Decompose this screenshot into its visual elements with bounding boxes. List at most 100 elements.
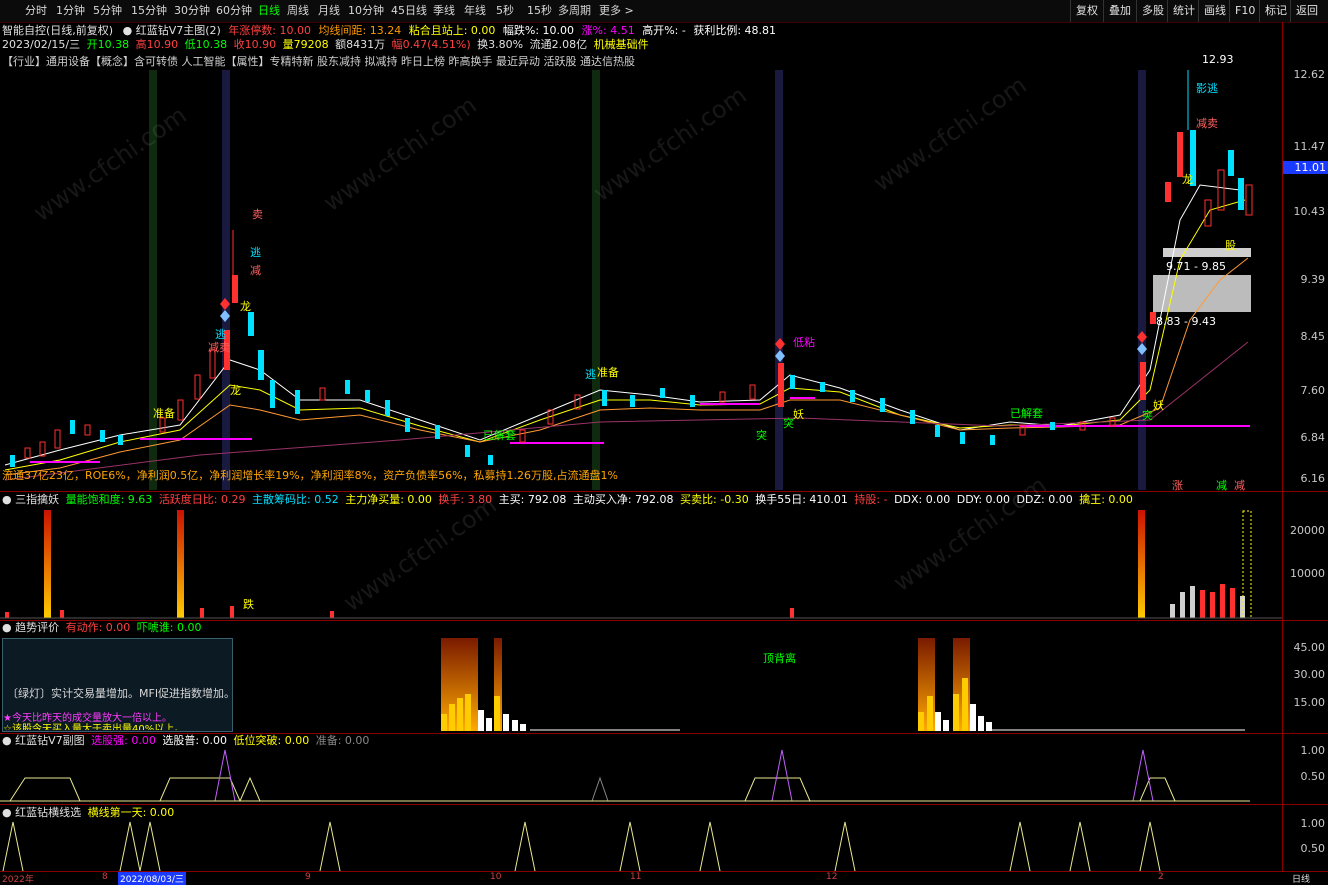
cross-indicator-name[interactable]: ● 红蓝钻横线选	[2, 806, 81, 819]
signal-info-box: 〔绿灯〕实计交易量增加。MFI促进指数增加。 ★今天比昨天的成交量放大一倍以上。…	[2, 638, 236, 732]
period-tab[interactable]: 周线	[284, 0, 312, 22]
period-tab[interactable]: 15秒	[524, 0, 555, 22]
volume-chart[interactable]	[0, 508, 1282, 620]
escape-mark: 逃	[250, 246, 261, 259]
period-tab-active[interactable]: 日线	[255, 0, 283, 22]
cross-axis: 1.00 0.50	[1282, 805, 1328, 871]
period-tab[interactable]: 分时	[22, 0, 50, 22]
sub-indicator-name[interactable]: ● 红蓝钻V7副图	[2, 734, 85, 747]
low-stick-mark: 低粘	[793, 336, 815, 349]
ddx-value: DDX: 0.00	[894, 493, 951, 506]
fall-mark: 跌	[243, 598, 254, 611]
select-normal-value: 选股普: 0.00	[162, 734, 228, 747]
overlay-button[interactable]: 叠加	[1103, 0, 1136, 22]
breakthrough-mark: 突	[756, 429, 767, 442]
king-value: 擒王: 0.00	[1079, 493, 1133, 506]
dragon-mark: 龙	[230, 384, 241, 397]
trend-pane-title: ● 趋势评价 有动作: 0.00 吓唬谁: 0.00	[2, 621, 202, 635]
period-tab[interactable]: 10分钟	[345, 0, 387, 22]
candlestick-chart[interactable]	[0, 70, 1282, 490]
cross-pane[interactable]	[0, 820, 1282, 871]
indicator-name[interactable]: ● 红蓝钻V7主图(2)	[123, 24, 221, 37]
dragon-mark: 龙	[240, 300, 251, 313]
axis-tick: 7.60	[1300, 384, 1326, 397]
axis-tick: 6.16	[1300, 472, 1326, 485]
period-tab[interactable]: 5秒	[493, 0, 517, 22]
f10-button[interactable]: F10	[1229, 0, 1260, 22]
quote-sector: 机械基础件	[593, 38, 649, 51]
axis-tick: 8.45	[1300, 330, 1326, 343]
rise-value: 涨%: 4.51	[581, 24, 635, 37]
prepare-mark: 准备	[597, 366, 619, 379]
period-tab[interactable]: 5分钟	[90, 0, 125, 22]
indicator-header: 智能自控(日线,前复权) ● 红蓝钻V7主图(2) 年涨停数: 10.00 均线…	[2, 23, 776, 38]
period-tab[interactable]: 60分钟	[213, 0, 255, 22]
statistics-button[interactable]: 统计	[1167, 0, 1200, 22]
prepare-mark: 准备	[153, 407, 175, 420]
period-tab[interactable]: 15分钟	[128, 0, 170, 22]
axis-tick: 1.00	[1300, 744, 1326, 757]
period-tab[interactable]: 年线	[461, 0, 489, 22]
active-buy-value: 主买: 792.08	[498, 493, 567, 506]
hold-value: 持股: -	[854, 493, 888, 506]
axis-tick: 45.00	[1293, 641, 1326, 654]
demon-mark: 妖	[1153, 399, 1164, 412]
axis-tick: 0.50	[1300, 842, 1326, 855]
back-button[interactable]: 返回	[1290, 0, 1323, 22]
info-line: ☆该股今天买入量大于卖出量40%以上。	[3, 724, 185, 730]
dragon-mark: 龙	[1182, 173, 1193, 186]
trend-indicator-name[interactable]: ● 趋势评价	[2, 621, 59, 634]
volume-indicator-name[interactable]: ● 三指擒妖	[2, 493, 59, 506]
multi-stock-button[interactable]: 多股	[1136, 0, 1169, 22]
stock-name[interactable]: 智能自控(日线,前复权)	[2, 24, 113, 37]
info-line: 〔绿灯〕实计交易量增加。MFI促进指数增加。	[7, 687, 236, 700]
volume-pane[interactable]: 跌	[0, 508, 1282, 620]
select-strong-value: 选股强: 0.00	[91, 734, 156, 747]
period-tab[interactable]: 月线	[315, 0, 343, 22]
quote-high: 高10.90	[135, 38, 179, 51]
current-price-tag: 11.01	[1283, 161, 1328, 174]
axis-tick: 12.62	[1293, 68, 1326, 81]
volume-pane-title: ● 三指擒妖 量能饱和度: 9.63 活跃度日比: 0.29 主散筹码比: 0.…	[2, 493, 1133, 507]
period-tab[interactable]: 1分钟	[53, 0, 88, 22]
shout-value: 吓唬谁: 0.00	[136, 621, 202, 634]
selected-date[interactable]: 2022/08/03/三	[118, 872, 186, 885]
main-chart-pane[interactable]: 卖 逃 减 龙 逃 减卖 龙 准备 逃 准备 已解套 低粘 妖 突 突 已解套 …	[0, 53, 1282, 492]
period-tab[interactable]: 45日线	[388, 0, 430, 22]
cross-chart[interactable]	[0, 820, 1282, 871]
restore-button[interactable]: 复权	[1070, 0, 1103, 22]
fundamentals-line: 流通37亿23亿，ROE6%，净利润0.5亿，净利润增长率19%，净利润率8%，…	[2, 469, 618, 482]
limit-up-count: 年涨停数: 10.00	[228, 24, 311, 37]
axis-tick: 10.43	[1293, 205, 1326, 218]
quote-open: 开10.38	[86, 38, 130, 51]
prepare-value: 准备: 0.00	[315, 734, 370, 747]
low-break-value: 低位突破: 0.00	[233, 734, 310, 747]
profit-ratio: 获利比例: 48.81	[693, 24, 777, 37]
period-label[interactable]: 日线	[1292, 872, 1310, 885]
axis-tick: 6.84	[1300, 431, 1326, 444]
period-tab[interactable]: 30分钟	[171, 0, 213, 22]
draw-line-button[interactable]: 画线	[1198, 0, 1231, 22]
high-open-value: 高开%: -	[642, 24, 686, 37]
axis-tick: 10000	[1290, 567, 1325, 580]
sell-mark: 卖	[252, 208, 263, 221]
axis-tick: 11.47	[1293, 140, 1326, 153]
volume-axis: 20000 10000	[1282, 492, 1328, 620]
quote-date: 2023/02/15/三	[2, 38, 81, 51]
cross-pane-title: ● 红蓝钻横线选 横线第一天: 0.00	[2, 806, 174, 820]
pane-divider	[0, 491, 1328, 492]
period-tab[interactable]: 更多 >	[596, 0, 637, 22]
sub-chart[interactable]	[0, 748, 1282, 804]
sub-pane[interactable]	[0, 748, 1282, 804]
active-net-value: 主动买入净: 792.08	[572, 493, 674, 506]
price-axis: 12.62 11.47 11.01 10.43 9.39 8.45 7.60 6…	[1282, 22, 1328, 492]
period-tab[interactable]: 多周期	[555, 0, 594, 22]
action-value: 有动作: 0.00	[65, 621, 131, 634]
sub-axis: 1.00 0.50	[1282, 734, 1328, 804]
period-tab[interactable]: 季线	[430, 0, 458, 22]
ma-gap: 均线间距: 13.24	[318, 24, 402, 37]
date-tick: 2022年	[2, 875, 34, 885]
quote-change: 幅0.47(4.51%)	[391, 38, 471, 51]
mark-button[interactable]: 标记	[1259, 0, 1292, 22]
chip-ratio-value: 主散筹码比: 0.52	[252, 493, 339, 506]
